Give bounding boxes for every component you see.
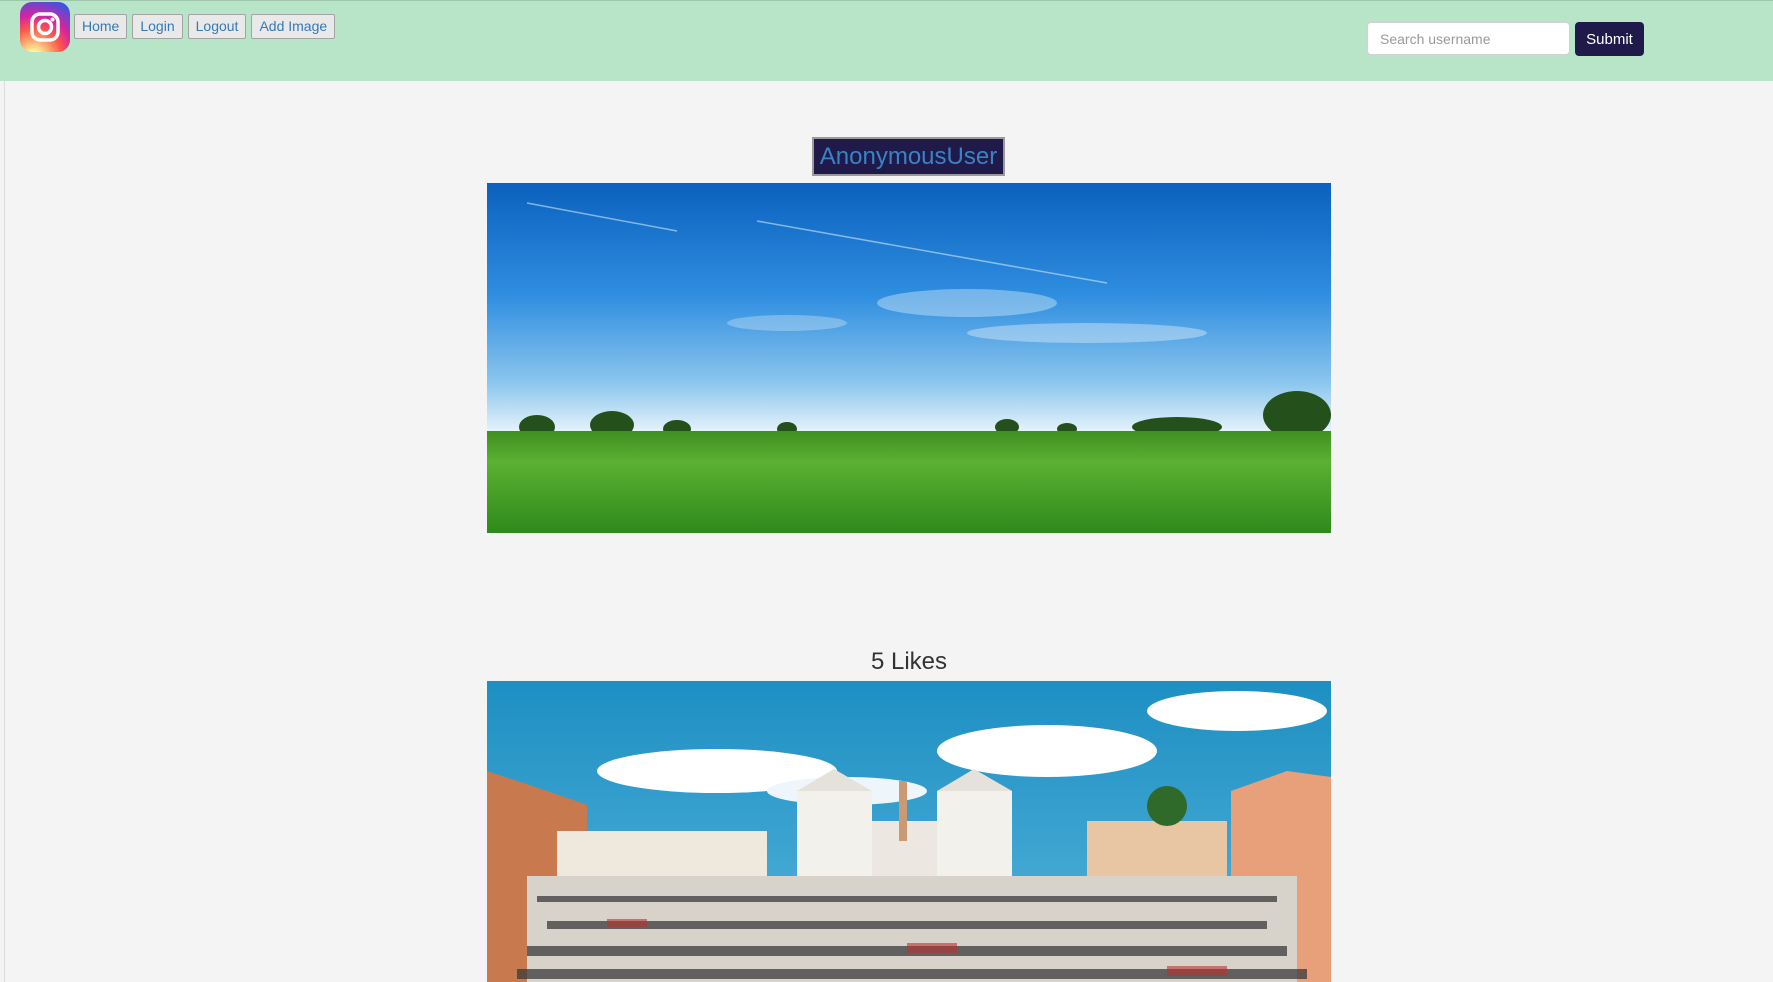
post-username-button[interactable]: AnonymousUser [812, 137, 1005, 176]
top-navbar: Home Login Logout Add Image Submit [0, 0, 1773, 81]
instagram-logo-icon[interactable] [20, 2, 70, 52]
logout-button[interactable]: Logout [187, 14, 247, 39]
nav-buttons: Home Login Logout Add Image [74, 14, 336, 39]
search-username-input[interactable] [1367, 22, 1570, 55]
post-image-field [487, 183, 1331, 533]
submit-button[interactable]: Submit [1575, 22, 1644, 56]
home-button[interactable]: Home [74, 14, 128, 39]
post-image-spanish-steps [487, 681, 1331, 982]
page-left-border [4, 81, 5, 982]
login-button[interactable]: Login [132, 14, 183, 39]
likes-count: 5 Likes [870, 648, 948, 675]
add-image-button[interactable]: Add Image [251, 14, 336, 39]
